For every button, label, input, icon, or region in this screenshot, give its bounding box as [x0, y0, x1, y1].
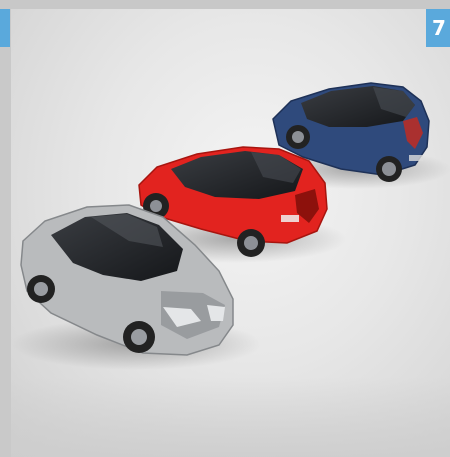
page-number-badge: 7: [426, 9, 450, 47]
top-border: [0, 0, 450, 9]
left-accent-tab: [0, 9, 10, 47]
left-border: [0, 9, 11, 457]
image-frame: 7: [0, 0, 450, 457]
car-photo: [11, 9, 450, 457]
floor-gradient: [11, 377, 450, 457]
